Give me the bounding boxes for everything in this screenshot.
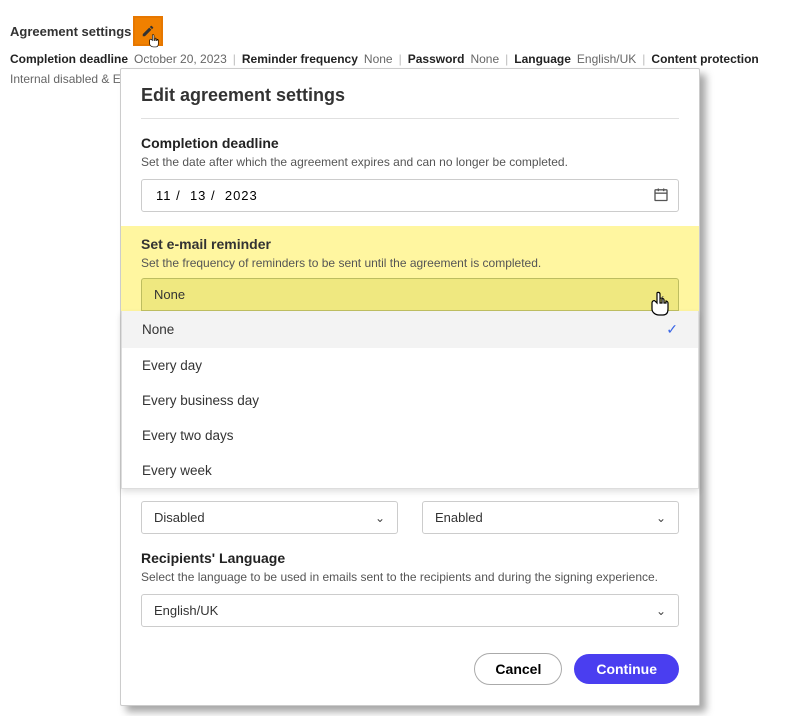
dialog-footer: Cancel Continue bbox=[141, 653, 679, 685]
chevron-down-icon: ⌄ bbox=[656, 511, 666, 525]
chevron-down-icon: ⌄ bbox=[375, 511, 385, 525]
recipients-language-title: Recipients' Language bbox=[141, 550, 679, 566]
reminder-option-every-business-day[interactable]: Every business day bbox=[122, 383, 698, 418]
reminder-option-every-week[interactable]: Every week bbox=[122, 453, 698, 488]
continue-button[interactable]: Continue bbox=[574, 654, 679, 684]
divider bbox=[141, 118, 679, 119]
email-reminder-title: Set e-mail reminder bbox=[141, 236, 679, 252]
chevron-down-icon: ⌄ bbox=[656, 288, 666, 302]
pencil-icon bbox=[141, 24, 155, 38]
internal-protection-select[interactable]: Disabled ⌄ bbox=[141, 501, 398, 534]
recipients-language-select[interactable]: English/UK ⌄ bbox=[141, 594, 679, 627]
dialog-title: Edit agreement settings bbox=[141, 85, 679, 106]
reminder-option-every-two-days[interactable]: Every two days bbox=[122, 418, 698, 453]
content-protection-row: Disabled ⌄ Enabled ⌄ bbox=[141, 501, 679, 534]
reminder-option-none[interactable]: None ✓ bbox=[122, 311, 698, 348]
summary-reminder-value: None bbox=[364, 52, 393, 66]
completion-deadline-title: Completion deadline bbox=[141, 135, 679, 151]
summary-language-value: English/UK bbox=[577, 52, 636, 66]
completion-deadline-section: Completion deadline Set the date after w… bbox=[141, 135, 679, 212]
email-reminder-desc: Set the frequency of reminders to be sen… bbox=[141, 256, 679, 270]
reminder-option-every-day[interactable]: Every day bbox=[122, 348, 698, 383]
summary-language-label: Language bbox=[514, 52, 571, 66]
edit-agreement-settings-dialog: Edit agreement settings Completion deadl… bbox=[120, 68, 700, 706]
completion-deadline-desc: Set the date after which the agreement e… bbox=[141, 155, 679, 169]
page-title: Agreement settings bbox=[10, 24, 131, 39]
summary-protection-label: Content protection bbox=[651, 52, 758, 66]
summary-reminder-label: Reminder frequency bbox=[242, 52, 358, 66]
summary-deadline-value: October 20, 2023 bbox=[134, 52, 227, 66]
reminder-options-panel: None ✓ Every day Every business day Ever… bbox=[121, 311, 699, 489]
summary-password-value: None bbox=[470, 52, 499, 66]
reminder-selected-value: None bbox=[154, 287, 185, 302]
summary-password-label: Password bbox=[408, 52, 465, 66]
check-icon: ✓ bbox=[666, 321, 678, 338]
email-reminder-section: Set e-mail reminder Set the frequency of… bbox=[121, 226, 699, 311]
chevron-down-icon: ⌄ bbox=[656, 604, 666, 618]
reminder-frequency-select[interactable]: None ⌄ bbox=[141, 278, 679, 311]
edit-settings-button[interactable] bbox=[133, 16, 163, 46]
calendar-icon[interactable] bbox=[653, 186, 669, 205]
summary-deadline-label: Completion deadline bbox=[10, 52, 128, 66]
cancel-button[interactable]: Cancel bbox=[474, 653, 562, 685]
recipients-language-desc: Select the language to be used in emails… bbox=[141, 570, 679, 584]
external-protection-select[interactable]: Enabled ⌄ bbox=[422, 501, 679, 534]
recipients-language-section: Recipients' Language Select the language… bbox=[141, 550, 679, 627]
completion-deadline-input[interactable] bbox=[141, 179, 679, 212]
